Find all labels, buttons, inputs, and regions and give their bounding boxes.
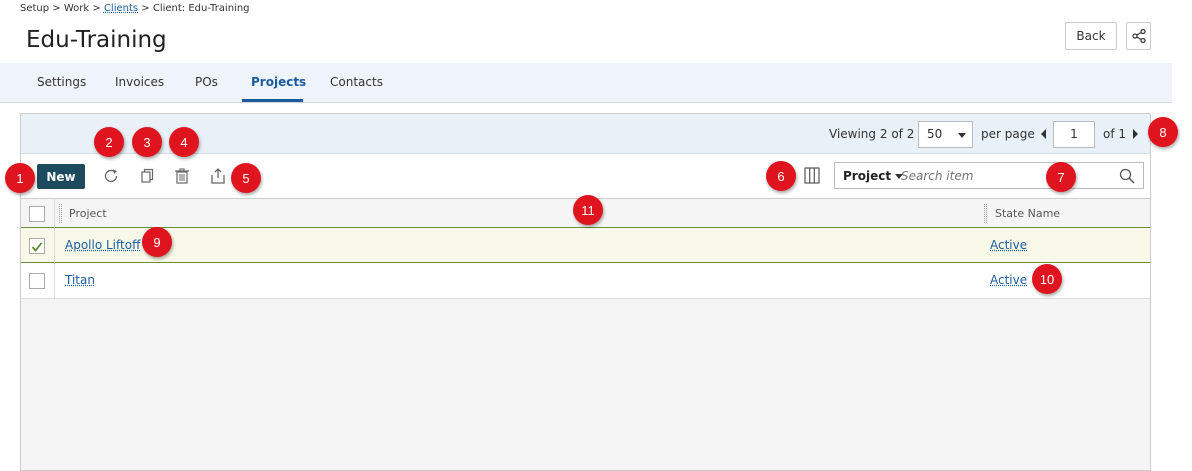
callout-5: 5	[231, 163, 261, 193]
prev-page-icon[interactable]	[1041, 129, 1046, 139]
tab-contacts[interactable]: Contacts	[330, 75, 383, 89]
column-header-project[interactable]: Project	[69, 207, 107, 220]
export-icon[interactable]	[208, 166, 228, 186]
tab-settings[interactable]: Settings	[37, 75, 86, 89]
callout-2: 2	[94, 127, 124, 157]
tab-bar: Settings Invoices POs Projects Contacts	[0, 63, 1172, 103]
per-page-label: per page	[981, 127, 1035, 141]
row-checkbox[interactable]	[29, 273, 45, 289]
column-header-state-name[interactable]: State Name	[995, 207, 1060, 220]
breadcrumb-current: Client: Edu-Training	[152, 3, 250, 14]
share-button[interactable]	[1126, 22, 1151, 50]
breadcrumb-clients[interactable]: Clients	[104, 3, 138, 14]
column-resize-handle[interactable]	[984, 204, 987, 223]
search-icon[interactable]	[1119, 168, 1135, 184]
search-box: Project	[834, 162, 1144, 189]
row-checkbox[interactable]	[29, 238, 45, 254]
callout-3: 3	[132, 127, 162, 157]
callout-11: 11	[573, 195, 603, 225]
tab-invoices[interactable]: Invoices	[115, 75, 164, 89]
page-total: of 1	[1103, 127, 1127, 141]
copy-icon[interactable]	[138, 166, 158, 186]
callout-6: 6	[766, 161, 796, 191]
callout-4: 4	[169, 127, 199, 157]
next-page-icon[interactable]	[1133, 129, 1138, 139]
delete-icon[interactable]	[172, 166, 192, 186]
column-resize-handle[interactable]	[59, 204, 62, 223]
active-tab-indicator	[242, 99, 303, 102]
table-row[interactable]: Apollo Liftoff Active	[21, 227, 1150, 263]
per-page-select[interactable]: 50	[918, 121, 973, 148]
callout-10: 10	[1032, 264, 1062, 294]
project-link[interactable]: Apollo Liftoff	[65, 238, 140, 252]
column-divider	[54, 198, 55, 300]
viewing-count: Viewing 2 of 2	[829, 127, 915, 141]
projects-panel: Viewing 2 of 2 50 per page 1 of 1 New Pr…	[20, 113, 1151, 471]
back-button[interactable]: Back	[1065, 22, 1117, 50]
table-row[interactable]: Titan Active	[21, 263, 1150, 299]
toolbar: New Project Search item	[21, 154, 1150, 198]
select-all-checkbox[interactable]	[29, 206, 45, 222]
tab-projects[interactable]: Projects	[251, 75, 306, 89]
share-icon	[1131, 29, 1146, 43]
breadcrumb-work[interactable]: Work	[64, 3, 89, 14]
breadcrumb-setup[interactable]: Setup	[20, 3, 49, 14]
tab-pos[interactable]: POs	[195, 75, 218, 89]
checkmark-icon	[31, 242, 43, 252]
state-link[interactable]: Active	[990, 273, 1027, 287]
callout-1: 1	[5, 163, 35, 193]
callout-8: 8	[1148, 117, 1178, 147]
breadcrumb: Setup > Work > Clients > Client: Edu-Tra…	[20, 3, 250, 14]
callout-7: 7	[1046, 162, 1076, 192]
project-link[interactable]: Titan	[65, 273, 95, 287]
chevron-down-icon	[958, 133, 966, 138]
state-link[interactable]: Active	[990, 238, 1027, 252]
search-scope-dropdown[interactable]: Project	[843, 169, 904, 183]
callout-9: 9	[142, 227, 172, 257]
columns-icon[interactable]	[802, 165, 822, 185]
page-title: Edu-Training	[26, 27, 167, 53]
page: Setup > Work > Clients > Client: Edu-Tra…	[0, 0, 1192, 471]
refresh-icon[interactable]	[101, 166, 121, 186]
new-button[interactable]: New	[37, 164, 85, 189]
page-number-input[interactable]: 1	[1053, 121, 1095, 148]
